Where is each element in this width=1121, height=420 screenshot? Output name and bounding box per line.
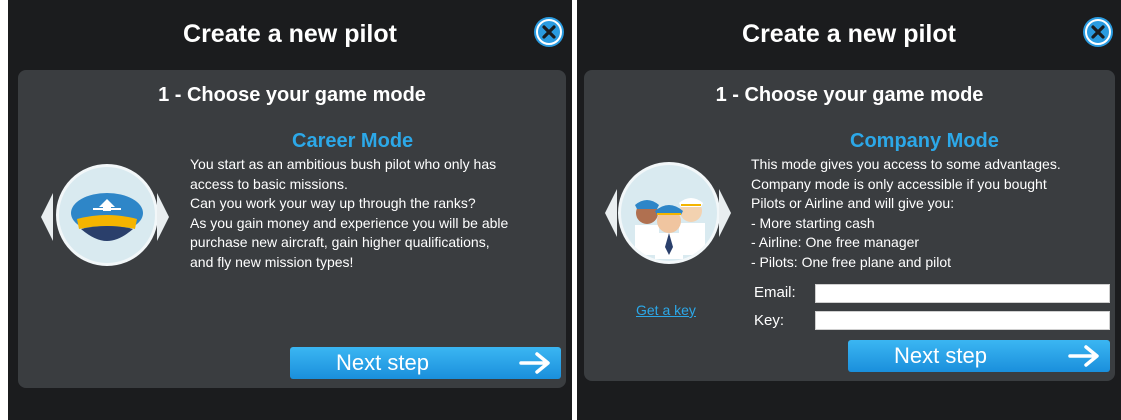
get-key-link[interactable]: Get a key	[636, 302, 696, 318]
company-mode-dialog: Create a new pilot 1 - Choose your game …	[577, 0, 1121, 420]
mode-title: Career Mode	[292, 130, 414, 152]
mode-description: You start as an ambitious bush pilot who…	[190, 155, 508, 273]
mode-card: 1 - Choose your game mode Company Mode T…	[584, 70, 1115, 381]
mode-description: This mode gives you access to some advan…	[751, 155, 1061, 273]
mode-avatar	[56, 164, 158, 266]
key-label: Key:	[754, 312, 785, 329]
pilot-cap-icon	[71, 193, 143, 241]
next-step-button[interactable]: Next step	[290, 347, 561, 379]
close-button[interactable]	[1083, 17, 1113, 47]
next-step-button[interactable]: Next step	[848, 340, 1110, 372]
previous-mode-button[interactable]	[40, 192, 54, 247]
key-field[interactable]	[815, 311, 1110, 330]
close-icon	[1085, 19, 1111, 45]
career-mode-dialog: Create a new pilot 1 - Choose your game …	[8, 0, 572, 420]
pilot-group-icon	[635, 198, 705, 259]
description-line: Company mode is only accessible if you b…	[751, 175, 1047, 192]
step-title: 1 - Choose your game mode	[158, 84, 426, 106]
mode-card: 1 - Choose your game mode Career Mode Yo…	[18, 70, 566, 388]
description-line: and fly new mission types!	[190, 253, 354, 270]
mode-title: Company Mode	[850, 130, 999, 152]
description-line: This mode gives you access to some advan…	[751, 156, 1061, 172]
next-step-label: Next step	[894, 343, 987, 368]
close-icon	[536, 19, 562, 45]
mode-avatar	[618, 162, 720, 264]
chevron-right-icon	[157, 193, 169, 241]
close-button[interactable]	[534, 17, 564, 47]
next-mode-button[interactable]	[718, 188, 732, 243]
description-line: - Airline: One free manager	[751, 234, 920, 251]
description-line: As you gain money and experience you wil…	[190, 214, 509, 231]
email-label: Email:	[754, 284, 796, 301]
chevron-right-icon	[719, 189, 731, 237]
email-field[interactable]	[815, 284, 1110, 303]
description-line: access to basic missions.	[190, 175, 348, 192]
arrow-right-icon	[1068, 345, 1099, 367]
description-line: - More starting cash	[751, 214, 875, 231]
description-line: Can you work your way up through the ran…	[190, 195, 476, 212]
chevron-left-icon	[41, 193, 53, 241]
description-line: You start as an ambitious bush pilot who…	[190, 156, 497, 172]
description-line: purchase new aircraft, gain higher quali…	[190, 234, 490, 251]
arrow-right-icon	[519, 352, 550, 374]
next-mode-button[interactable]	[156, 192, 170, 247]
description-line: - Pilots: One free plane and pilot	[751, 253, 952, 270]
chevron-left-icon	[605, 189, 617, 237]
step-title: 1 - Choose your game mode	[715, 84, 984, 106]
window-title: Create a new pilot	[742, 20, 956, 48]
next-step-label: Next step	[336, 350, 429, 375]
previous-mode-button[interactable]	[604, 188, 618, 243]
description-line: Pilots or Airline and will give you:	[751, 195, 955, 212]
window-title: Create a new pilot	[183, 20, 397, 48]
